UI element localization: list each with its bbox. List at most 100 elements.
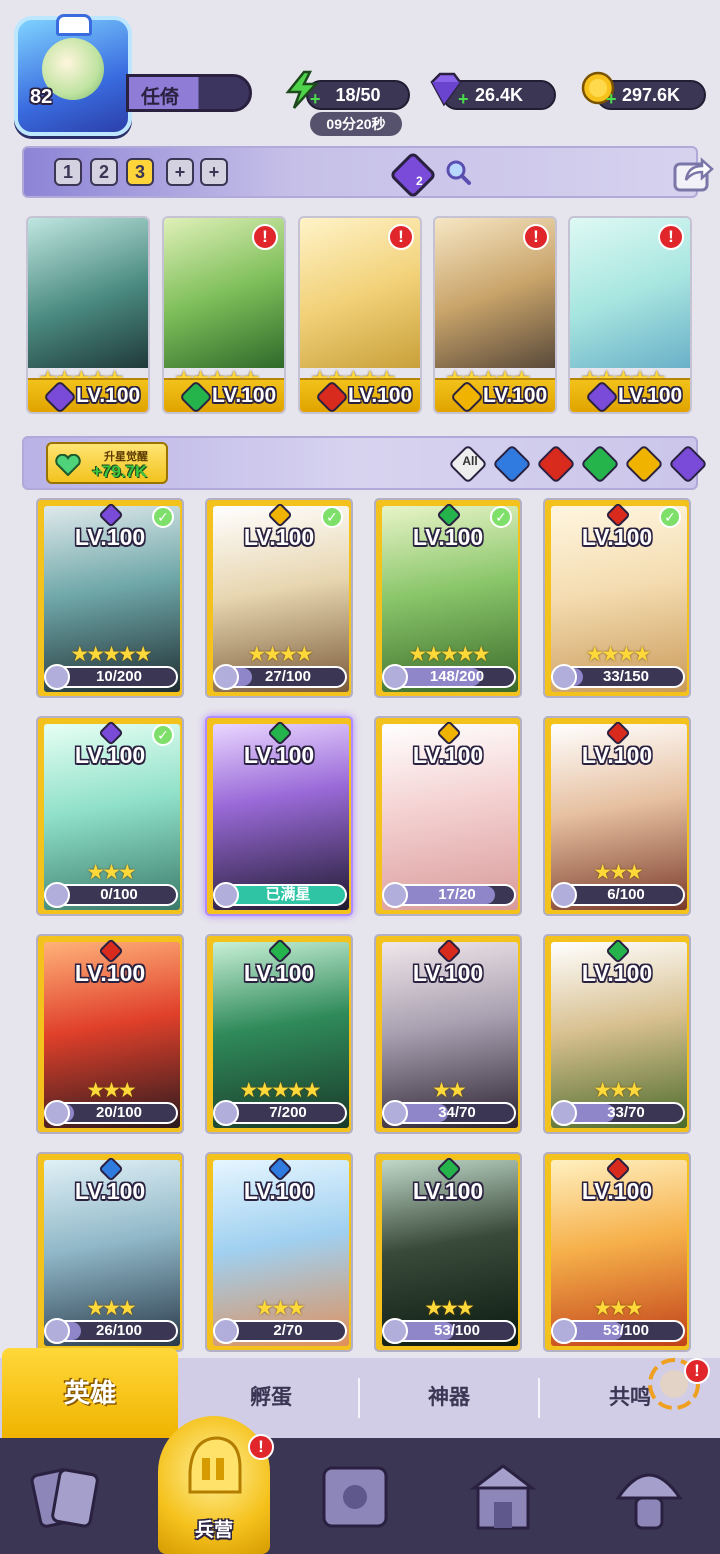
hero-level: LV.100: [74, 742, 146, 768]
book-nav-icon[interactable]: [318, 1458, 392, 1536]
team-slot-add-2[interactable]: +: [200, 158, 228, 186]
element-purple-icon: [43, 380, 77, 412]
filter-green-button[interactable]: [580, 444, 620, 484]
hero-stars: ★★★: [86, 861, 136, 884]
hero-stars: ★★★★: [247, 643, 313, 666]
hero-card[interactable]: ✓ LV.100 ★★★ 0/100: [36, 716, 184, 916]
team-slot-3[interactable]: 3: [126, 158, 154, 186]
hero-alert-icon: !: [252, 224, 278, 250]
tab-artifacts[interactable]: 神器: [360, 1358, 538, 1438]
team-badge-count: 2: [416, 174, 423, 188]
coin-plus-icon[interactable]: +: [606, 90, 620, 108]
hero-card[interactable]: LV.100 已满星: [205, 716, 353, 916]
hero-card[interactable]: LV.100 ★★★ 53/100: [374, 1152, 522, 1352]
hero-level: LV.100: [243, 1178, 315, 1204]
filter-red-button[interactable]: [536, 444, 576, 484]
awaken-button[interactable]: 升星觉醒 +79.7K: [46, 442, 168, 484]
hero-card[interactable]: LV.100 ★★★ 20/100: [36, 934, 184, 1134]
fragment-progress-bar: 53/100: [551, 1318, 685, 1344]
fragment-progress-bar: 148/200: [382, 664, 516, 690]
team-slot-2[interactable]: 2: [90, 158, 118, 186]
hero-card[interactable]: ✓ LV.100 ★★★★★ 10/200: [36, 498, 184, 698]
fragment-count: 7/200: [269, 1104, 307, 1121]
player-name-bar: 任倚: [126, 74, 252, 112]
fragment-count: 0/100: [100, 886, 138, 903]
fragment-count: 33/150: [603, 668, 649, 685]
hero-card[interactable]: LV.100 ★★★ 2/70: [205, 1152, 353, 1352]
fragment-count: 53/100: [603, 1322, 649, 1339]
hero-stars: ★★★★★: [408, 643, 490, 666]
filter-gold-button[interactable]: [624, 444, 664, 484]
hero-stars: ★★★: [593, 1079, 643, 1102]
energy-plus-icon[interactable]: +: [310, 90, 324, 108]
fragment-count: 148/200: [429, 668, 485, 685]
team-element-badge[interactable]: [388, 150, 438, 200]
resonance-alert-icon: !: [684, 1358, 710, 1384]
fragment-progress-bar: 20/100: [44, 1100, 178, 1126]
team-slot-add-1[interactable]: +: [166, 158, 194, 186]
search-icon[interactable]: [444, 158, 472, 186]
fragment-progress-bar: 10/200: [44, 664, 178, 690]
team-bar: 1 2 3 + + 2: [22, 146, 714, 200]
hero-level: LV.100: [412, 1178, 484, 1204]
shrine-nav-icon[interactable]: [466, 1458, 540, 1536]
team-slot-1[interactable]: 1: [54, 158, 82, 186]
filter-purple-button[interactable]: [668, 444, 708, 484]
fragment-progress-bar: 0/100: [44, 882, 178, 908]
energy-timer: 09分20秒: [310, 112, 402, 136]
mushroom-nav-icon[interactable]: [612, 1458, 686, 1536]
hero-card[interactable]: LV.100 17/20: [374, 716, 522, 916]
team-hero-card[interactable]: ★★★★★ LV.100 !: [162, 216, 286, 414]
hero-card[interactable]: ✓ LV.100 ★★★★ 33/150: [543, 498, 691, 698]
team-hero-card[interactable]: ★★★★★ LV.100 !: [568, 216, 692, 414]
fragment-count: 26/100: [96, 1322, 142, 1339]
filter-blue-button[interactable]: [492, 444, 532, 484]
hero-stars: ★★★: [593, 861, 643, 884]
team-hero-card[interactable]: ★★★★★ LV.100: [26, 216, 150, 414]
hero-stars: ★★★: [86, 1297, 136, 1320]
tab-heroes[interactable]: 英雄: [2, 1348, 178, 1438]
cards-nav-icon[interactable]: [30, 1458, 104, 1536]
hero-level: LV.100: [581, 960, 653, 986]
fragment-progress-bar: 34/70: [382, 1100, 516, 1126]
hero-level: LV.100: [618, 384, 683, 407]
element-green-icon: [179, 380, 213, 412]
hero-alert-icon: !: [658, 224, 684, 250]
hero-level: LV.100: [412, 960, 484, 986]
hero-portrait: [28, 218, 148, 368]
hero-card[interactable]: LV.100 ★★ 34/70: [374, 934, 522, 1134]
gem-plus-icon[interactable]: +: [458, 90, 472, 108]
hero-stars: ★★★: [86, 1079, 136, 1102]
hero-card[interactable]: LV.100 ★★★ 53/100: [543, 1152, 691, 1352]
hero-card[interactable]: LV.100 ★★★★★ 7/200: [205, 934, 353, 1134]
hero-stars: ★★★: [255, 1297, 305, 1320]
sub-tabs: 英雄 孵蛋 神器 共鸣 !: [0, 1348, 720, 1438]
hero-alert-icon: !: [523, 224, 549, 250]
hero-level-bar: LV.100: [164, 378, 284, 412]
hero-card[interactable]: LV.100 ★★★ 26/100: [36, 1152, 184, 1352]
hero-card[interactable]: ✓ LV.100 ★★★★★ 148/200: [374, 498, 522, 698]
hero-level: LV.100: [581, 1178, 653, 1204]
hero-stars: ★★★★★: [239, 1079, 321, 1102]
team-hero-card[interactable]: ★★★★★ LV.100 !: [298, 216, 422, 414]
barracks-label: 兵营: [194, 1520, 233, 1541]
hero-alert-icon: !: [388, 224, 414, 250]
heart-icon: [55, 454, 81, 476]
hero-stars: ★★★★: [585, 643, 651, 666]
hero-card[interactable]: LV.100 ★★★ 6/100: [543, 716, 691, 916]
fragment-count: 6/100: [607, 886, 645, 903]
barracks-nav-button[interactable]: 兵营 !: [158, 1416, 274, 1554]
hero-level: LV.100: [483, 384, 548, 407]
fragment-progress-bar: 33/70: [551, 1100, 685, 1126]
share-icon[interactable]: [672, 154, 714, 192]
hero-card[interactable]: ✓ LV.100 ★★★★ 27/100: [205, 498, 353, 698]
team-hero-card[interactable]: ★★★★★ LV.100 !: [433, 216, 557, 414]
hero-card[interactable]: LV.100 ★★★ 33/70: [543, 934, 691, 1134]
fragment-count: 53/100: [434, 1322, 480, 1339]
hero-stars: ★★★: [593, 1297, 643, 1320]
player-avatar[interactable]: [14, 14, 132, 136]
fragment-progress-bar: 6/100: [551, 882, 685, 908]
bottom-nav: [0, 1438, 720, 1554]
fragment-count: 27/100: [265, 668, 311, 685]
helmet-icon: [188, 1436, 242, 1494]
